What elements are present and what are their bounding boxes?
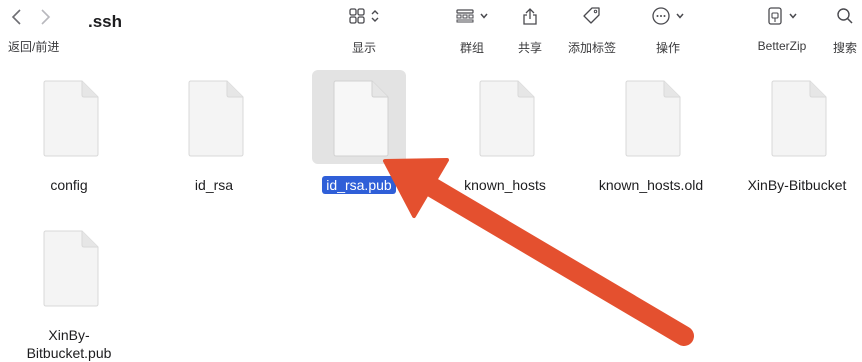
- file-item-known-hosts[interactable]: known_hosts: [440, 70, 570, 194]
- archive-icon: [768, 7, 782, 25]
- tag-icon: [583, 7, 600, 24]
- chevron-down-icon: [789, 13, 797, 19]
- view-button[interactable]: 显示: [336, 4, 392, 56]
- file-item-xinby-bitbucket-pub[interactable]: XinBy- Bitbucket.pub: [4, 220, 134, 362]
- group-button[interactable]: 群组: [446, 4, 498, 56]
- file-name: XinBy-Bitbucket: [747, 177, 847, 193]
- share-button[interactable]: 共享: [510, 4, 550, 56]
- file-item-id-rsa-pub[interactable]: id_rsa.pub: [294, 70, 424, 194]
- file-name-line1: XinBy-: [48, 327, 90, 343]
- chevron-left-icon: [11, 9, 21, 25]
- actions-button[interactable]: 操作: [644, 4, 692, 56]
- share-label: 共享: [517, 41, 542, 55]
- window-title: .ssh: [88, 12, 123, 31]
- document-icon: [43, 80, 99, 157]
- file-item-known-hosts-old[interactable]: known_hosts.old: [586, 70, 716, 194]
- up-down-chevron-icon: [371, 10, 379, 22]
- document-icon: [188, 80, 244, 157]
- file-name: known_hosts.old: [598, 177, 704, 193]
- chevron-down-icon: [480, 13, 488, 19]
- file-item-id-rsa[interactable]: id_rsa: [149, 70, 279, 194]
- group-label: 群组: [459, 41, 484, 55]
- toolbar: 返回/前进 .ssh 显示 群组 共享 添加标签 操作 BetterZip 搜索: [0, 0, 862, 62]
- forward-button[interactable]: [38, 6, 52, 28]
- actions-label: 操作: [655, 41, 680, 55]
- file-name: id_rsa: [194, 177, 234, 193]
- add-tag-button[interactable]: 添加标签: [560, 4, 624, 56]
- view-label: 显示: [351, 41, 376, 55]
- document-icon: [771, 80, 827, 157]
- betterzip-label: BetterZip: [757, 39, 807, 53]
- file-grid: config id_rsa id_rsa.pub known_hosts kno…: [0, 62, 862, 362]
- chevron-down-icon: [676, 13, 684, 19]
- file-name-line2: Bitbucket.pub: [26, 345, 112, 361]
- back-button[interactable]: [10, 6, 24, 28]
- group-icon: [456, 9, 474, 23]
- search-label: 搜索: [832, 41, 857, 55]
- document-icon: [625, 80, 681, 157]
- file-item-config[interactable]: config: [4, 70, 134, 194]
- document-icon: [43, 230, 99, 307]
- nav-label: 返回/前进: [8, 40, 60, 54]
- chevron-right-icon: [41, 9, 51, 25]
- document-icon: [333, 80, 389, 157]
- selection-highlight: [312, 70, 406, 164]
- file-name: known_hosts: [464, 177, 546, 193]
- file-name-selected: id_rsa.pub: [322, 176, 396, 194]
- file-item-xinby-bitbucket[interactable]: XinBy-Bitbucket: [732, 70, 862, 194]
- share-icon: [523, 8, 537, 25]
- ellipsis-circle-icon: [652, 7, 670, 25]
- grid-view-icon: [349, 8, 365, 24]
- betterzip-button[interactable]: BetterZip: [746, 4, 818, 53]
- search-button[interactable]: 搜索: [828, 4, 862, 56]
- document-icon: [479, 80, 535, 157]
- search-icon: [837, 8, 853, 24]
- file-name: config: [50, 177, 88, 193]
- nav-buttons: [10, 6, 52, 28]
- tag-label: 添加标签: [567, 41, 616, 55]
